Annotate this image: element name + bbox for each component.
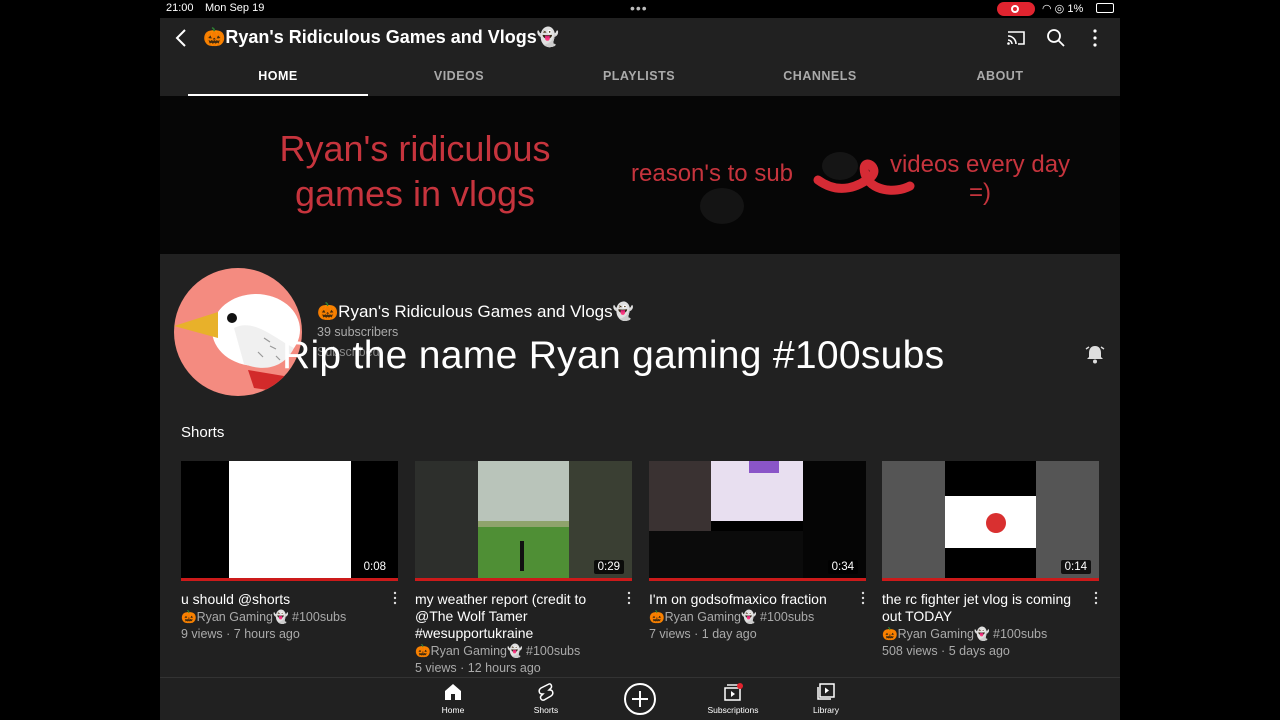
short-channel: 🎃Ryan Gaming👻 #100subs [181, 610, 347, 624]
watch-progress-bar [649, 578, 866, 581]
watch-progress-bar [882, 578, 1099, 581]
search-icon[interactable] [1045, 27, 1067, 49]
short-thumbnail[interactable]: 0:34 [649, 461, 866, 581]
top-bar: 🎃Ryan's Ridiculous Games and Vlogs👻 [160, 18, 1120, 58]
nav-label: Home [441, 705, 465, 715]
youtube-app: 🎃Ryan's Ridiculous Games and Vlogs👻 HOME… [160, 18, 1120, 720]
short-stats: 508 views · 5 days ago [882, 644, 1010, 658]
create-button[interactable] [624, 683, 656, 715]
tab-channels[interactable]: CHANNELS [730, 58, 910, 96]
status-bar: 21:00 Mon Sep 19 ••• ◠ ◎ 1% [0, 0, 1280, 18]
more-options-icon[interactable] [626, 590, 632, 606]
duration-badge: 0:08 [359, 560, 390, 574]
tab-about[interactable]: ABOUT [910, 58, 1090, 96]
status-time: 21:00 [166, 2, 194, 14]
tab-playlists[interactable]: PLAYLISTS [549, 58, 729, 96]
short-thumbnail[interactable]: 0:08 [181, 461, 398, 581]
nav-subscriptions[interactable]: Subscriptions [698, 682, 768, 715]
short-thumbnail[interactable]: 0:14 [882, 461, 1099, 581]
short-title[interactable]: the rc fighter jet vlog is coming out TO… [882, 591, 1099, 625]
duration-badge: 0:29 [593, 560, 624, 574]
short-title[interactable]: I'm on godsofmaxico fraction [649, 591, 866, 608]
battery-percent: 1% [1067, 3, 1084, 15]
screen-record-icon [997, 2, 1035, 16]
nav-home[interactable]: Home [418, 682, 488, 715]
banner-main-line-1: Ryan's ridiculous [279, 128, 551, 169]
banner-main-text: Ryan's ridiculous games in vlogs [240, 126, 590, 216]
banner-every-line-2: =) [968, 179, 991, 206]
back-arrow-icon[interactable] [172, 27, 192, 49]
banner-every-text: videos every day =) [880, 151, 1080, 207]
short-title[interactable]: u should @shorts [181, 591, 398, 608]
short-title[interactable]: my weather report (credit to @The Wolf T… [415, 591, 632, 642]
nav-label: Library [813, 705, 839, 715]
shorts-icon [538, 683, 554, 701]
home-icon [445, 684, 461, 700]
duration-badge: 0:34 [827, 560, 858, 574]
alarm-icon: ◎ [1054, 3, 1065, 15]
status-battery-text: ◠ ◎ 1% [1042, 2, 1083, 15]
short-stats: 5 views · 12 hours ago [415, 661, 541, 675]
channel-title: 🎃Ryan's Ridiculous Games and Vlogs👻 [203, 27, 560, 47]
banner-reason-text: reason's to sub [631, 160, 794, 187]
channel-name: 🎃Ryan's Ridiculous Games and Vlogs👻 [317, 302, 634, 321]
short-card[interactable]: 0:14 the rc fighter jet vlog is coming o… [882, 461, 1099, 659]
watch-progress-bar [415, 578, 632, 581]
duration-badge: 0:14 [1060, 560, 1091, 574]
short-channel: 🎃Ryan Gaming👻 #100subs [415, 644, 581, 658]
short-card[interactable]: 0:08 u should @shorts 🎃Ryan Gaming👻 #100… [181, 461, 398, 642]
short-stats: 9 views · 7 hours ago [181, 627, 300, 641]
channel-banner: Ryan's ridiculous games in vlogs reason'… [160, 96, 1120, 254]
bottom-navigation: Home Shorts Subscriptions Library [160, 677, 1120, 720]
short-channel: 🎃Ryan Gaming👻 #100subs [882, 627, 1048, 641]
battery-icon [1096, 3, 1114, 13]
more-options-icon[interactable] [1084, 27, 1106, 49]
more-options-icon[interactable] [860, 590, 866, 606]
channel-tabs: HOME VIDEOS PLAYLISTS CHANNELS ABOUT [160, 58, 1120, 96]
nav-shorts[interactable]: Shorts [511, 682, 581, 715]
video-overlay-caption: Rip the name Ryan gaming #100subs [282, 334, 945, 377]
short-channel: 🎃Ryan Gaming👻 #100subs [649, 610, 815, 624]
watch-progress-bar [181, 578, 398, 581]
notification-bell-icon[interactable] [1084, 343, 1106, 365]
more-options-icon[interactable] [392, 590, 398, 606]
short-card[interactable]: 0:29 my weather report (credit to @The W… [415, 461, 632, 676]
nav-label: Subscriptions [707, 705, 759, 715]
more-options-icon[interactable] [1093, 590, 1099, 606]
nav-library[interactable]: Library [791, 682, 861, 715]
banner-main-line-2: games in vlogs [294, 173, 536, 214]
short-card[interactable]: 0:34 I'm on godsofmaxico fraction 🎃Ryan … [649, 461, 866, 642]
subscriptions-icon [724, 683, 743, 701]
wifi-icon: ◠ [1042, 3, 1052, 15]
short-stats: 7 views · 1 day ago [649, 627, 757, 641]
short-thumbnail[interactable]: 0:29 [415, 461, 632, 581]
cast-icon[interactable] [1005, 27, 1027, 49]
shorts-heading: Shorts [181, 424, 225, 441]
status-date: Mon Sep 19 [205, 2, 265, 14]
nav-label: Shorts [533, 705, 559, 715]
multitasking-dots-icon[interactable]: ••• [630, 0, 648, 16]
tab-videos[interactable]: VIDEOS [369, 58, 549, 96]
library-icon [817, 683, 835, 700]
banner-every-line-1: videos every day [889, 151, 1071, 178]
tab-home[interactable]: HOME [188, 58, 368, 96]
